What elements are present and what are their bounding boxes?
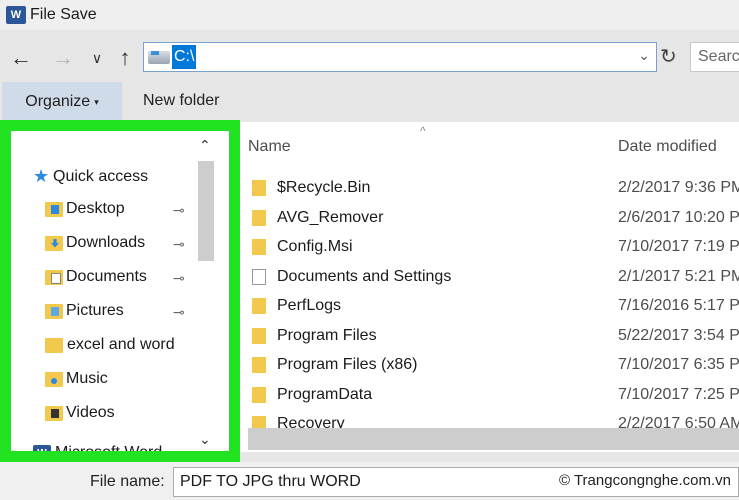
word-app-icon: W [6, 6, 26, 24]
up-arrow-icon[interactable]: ↑ [110, 43, 140, 73]
sidebar-item-label: Music [66, 370, 108, 387]
file-date: 2/6/2017 10:20 PM [618, 209, 739, 226]
file-name: ProgramData [277, 386, 373, 403]
quick-access-label: Quick access [53, 167, 149, 185]
file-date: 2/1/2017 5:21 PM [618, 268, 739, 285]
back-arrow-icon[interactable]: ← [6, 43, 36, 73]
file-name: Config.Msi [277, 238, 353, 255]
sidebar-item-documents[interactable]: Documents [45, 268, 147, 286]
file-date: 5/22/2017 3:54 PM [618, 327, 739, 344]
file-name: $Recycle.Bin [277, 179, 371, 196]
folder-icon [45, 337, 63, 353]
organize-caret-icon: ▾ [94, 96, 99, 107]
watermark: © Trangcongnghe.com.vn [555, 472, 731, 489]
organize-button[interactable]: Organize ▾ [2, 82, 122, 122]
sidebar-item-label: Downloads [66, 234, 146, 251]
sidebar-item-desktop[interactable]: Desktop [45, 200, 125, 218]
file-name-label: File name: [90, 473, 165, 490]
file-list: ^ Name Date modified $Recycle.Bin 2/2/20… [240, 122, 739, 452]
folder-icon [252, 298, 266, 314]
toolbar: Organize ▾ New folder [0, 82, 739, 122]
table-row[interactable]: Documents and Settings 2/1/2017 5:21 PM [240, 263, 739, 293]
music-folder-icon [45, 371, 63, 387]
address-value[interactable]: C:\ [172, 45, 197, 69]
folder-icon [252, 357, 266, 373]
sidebar-item-pictures[interactable]: Pictures [45, 302, 124, 320]
table-row[interactable]: ProgramData 7/10/2017 7:25 PM [240, 381, 739, 411]
title-bar: W File Save [0, 0, 739, 30]
sidebar-item-label: Documents [66, 268, 147, 285]
address-dropdown-chevron-icon[interactable]: ⌄ [638, 47, 650, 64]
file-name: AVG_Remover [277, 209, 384, 226]
table-row[interactable]: PerfLogs 7/16/2016 5:17 PM [240, 292, 739, 322]
folder-icon [252, 328, 266, 344]
column-header-name[interactable]: Name [248, 138, 291, 156]
file-date: 2/2/2017 9:36 PM [618, 179, 739, 196]
sidebar-item-label: Desktop [66, 200, 125, 217]
sidebar-item-music[interactable]: Music [45, 370, 108, 388]
table-row[interactable]: AVG_Remover 2/6/2017 10:20 PM [240, 204, 739, 234]
folder-icon [252, 387, 266, 403]
sidebar-item-videos[interactable]: Videos [45, 404, 115, 422]
pictures-folder-icon [45, 303, 63, 319]
sort-ascending-icon: ^ [420, 124, 426, 138]
sidebar-item-label: Microsoft Word [55, 444, 163, 461]
pin-icon[interactable]: ⊸ [173, 304, 185, 321]
pin-icon[interactable]: ⊸ [173, 270, 185, 287]
pin-icon[interactable]: ⊸ [173, 236, 185, 253]
navigation-pane: ★ Quick access Desktop ⊸ Downloads ⊸ Doc… [0, 120, 240, 462]
folder-icon [252, 210, 266, 226]
address-bar[interactable]: C:\ ⌄ [143, 42, 657, 72]
videos-folder-icon [45, 405, 63, 421]
save-options-area: File name: PDF TO JPG thru WORD © Trangc… [0, 462, 739, 500]
organize-label: Organize [25, 93, 91, 110]
sidebar-item-excel-and-word[interactable]: excel and word [45, 336, 175, 354]
desktop-folder-icon [45, 201, 63, 217]
pin-icon[interactable]: ⊸ [173, 202, 185, 219]
sidebar-item-label: Videos [66, 404, 115, 421]
folder-icon [252, 180, 266, 196]
navigation-row: ← → ∨ ↑ C:\ ⌄ ↻ Search [0, 36, 739, 80]
table-row[interactable]: Program Files (x86) 7/10/2017 6:35 PM [240, 351, 739, 381]
sidebar-item-microsoft-word[interactable]: W Microsoft Word [33, 444, 163, 461]
refresh-icon[interactable]: ↻ [660, 44, 677, 69]
folder-icon [252, 239, 266, 255]
file-name: PerfLogs [277, 297, 342, 314]
sidebar-item-downloads[interactable]: Downloads [45, 234, 145, 252]
quick-access-item[interactable]: ★ Quick access [33, 166, 148, 187]
scroll-down-arrow-icon[interactable]: ⌄ [199, 431, 211, 448]
word-app-icon: W [33, 445, 51, 451]
forward-arrow-icon[interactable]: → [48, 43, 78, 73]
table-row[interactable]: Program Files 5/22/2017 3:54 PM [240, 322, 739, 352]
file-date: 7/16/2016 5:17 PM [618, 297, 739, 314]
documents-folder-icon [45, 269, 63, 285]
file-name: Program Files (x86) [277, 356, 418, 373]
horizontal-scrollbar[interactable] [248, 428, 739, 450]
search-input[interactable]: Search [690, 42, 739, 72]
shortcut-folder-icon [252, 269, 266, 285]
file-date: 7/10/2017 7:25 PM [618, 386, 739, 403]
sidebar-item-label: excel and word [67, 336, 175, 353]
sidebar-item-label: Pictures [66, 302, 124, 319]
file-date: 7/10/2017 6:35 PM [618, 356, 739, 373]
scrollbar-thumb[interactable] [198, 161, 214, 261]
new-folder-button[interactable]: New folder [143, 92, 219, 110]
star-icon: ★ [33, 166, 50, 186]
file-date: 7/10/2017 7:19 PM [618, 238, 739, 255]
column-header-date-modified[interactable]: Date modified [618, 138, 717, 156]
recent-locations-chevron-icon[interactable]: ∨ [86, 43, 108, 73]
file-name: Program Files [277, 327, 377, 344]
scroll-up-arrow-icon[interactable]: ⌃ [199, 137, 211, 154]
file-name: Documents and Settings [277, 268, 452, 285]
downloads-folder-icon [45, 235, 63, 251]
table-row[interactable]: $Recycle.Bin 2/2/2017 9:36 PM [240, 174, 739, 204]
window-title: File Save [30, 6, 97, 23]
table-row[interactable]: Config.Msi 7/10/2017 7:19 PM [240, 233, 739, 263]
drive-icon [148, 50, 170, 64]
